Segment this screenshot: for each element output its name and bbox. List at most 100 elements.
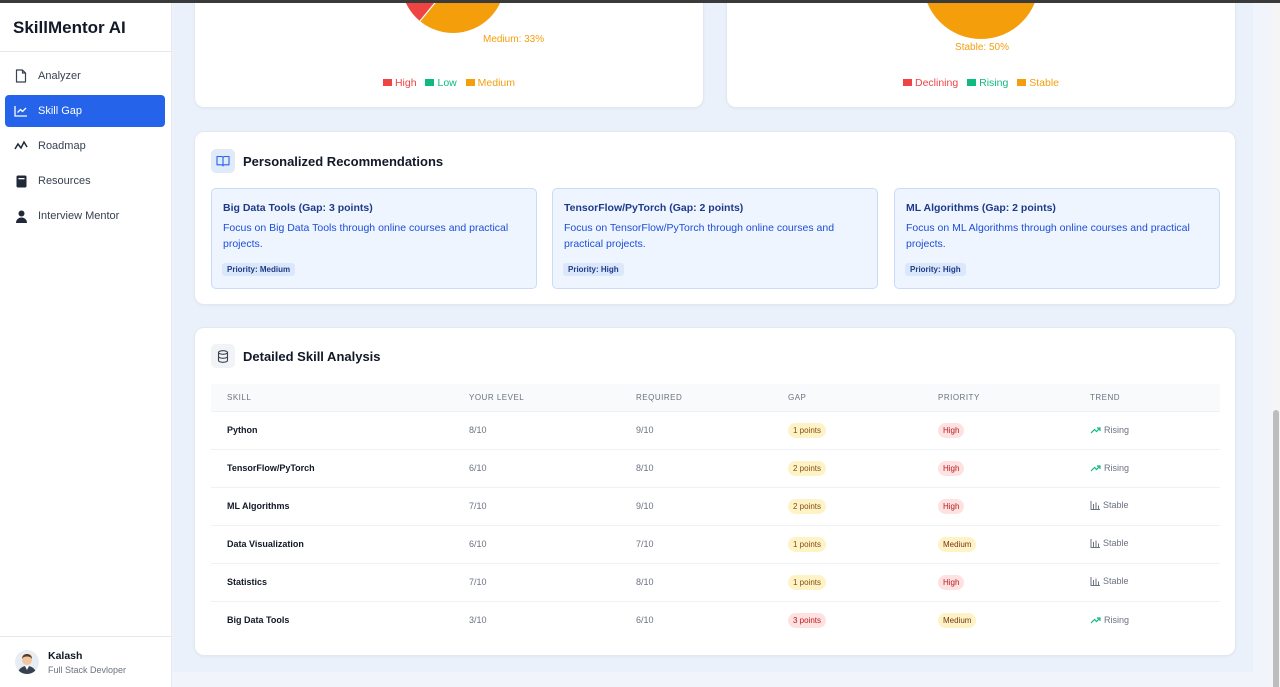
- column-header[interactable]: REQUIRED: [636, 384, 788, 411]
- pie-slice-label: Medium: 33%: [483, 34, 545, 45]
- legend-item-rising[interactable]: Rising: [967, 77, 1008, 89]
- table-header-row: SKILL YOUR LEVEL REQUIRED GAP PRIORITY T…: [211, 384, 1220, 411]
- user-name: Kalash: [48, 649, 83, 662]
- page-scrollbar[interactable]: [1272, 3, 1280, 687]
- required-cell: 6/10: [636, 600, 788, 639]
- required-cell: 8/10: [636, 448, 788, 487]
- table-row[interactable]: ML Algorithms 7/10 9/10 2 points High St…: [211, 486, 1220, 525]
- file-icon: [14, 69, 28, 83]
- legend-item-declining[interactable]: Declining: [902, 77, 959, 89]
- legend-label: Low: [437, 77, 457, 89]
- recommendation-title: ML Algorithms (Gap: 2 points): [906, 202, 1056, 214]
- legend-label: Declining: [914, 77, 959, 89]
- skill-cell: TensorFlow/PyTorch: [211, 448, 469, 487]
- bar-chart-icon: [1090, 576, 1100, 586]
- legend-swatch: [1017, 79, 1027, 86]
- table-row[interactable]: Big Data Tools 3/10 6/10 3 points Medium…: [211, 600, 1220, 639]
- sidebar-item-interview-mentor[interactable]: Interview Mentor: [5, 200, 165, 232]
- gap-cell: 2 points: [788, 486, 938, 525]
- level-cell: 3/10: [469, 600, 636, 639]
- pie-slice-label: Stable: 50%: [955, 42, 1009, 53]
- users-icon: [14, 209, 28, 223]
- main-content: Medium: 33% High Low Medium Stable: 50% …: [173, 0, 1253, 672]
- gap-cell: 1 points: [788, 562, 938, 601]
- gap-cell: 2 points: [788, 448, 938, 487]
- column-header[interactable]: PRIORITY: [938, 384, 1090, 411]
- required-cell: 8/10: [636, 562, 788, 601]
- level-cell: 6/10: [469, 524, 636, 563]
- user-role: Full Stack Devloper: [48, 664, 127, 675]
- line-chart-icon: [14, 104, 28, 118]
- recommendation-text: Focus on Big Data Tools through online c…: [223, 222, 509, 250]
- level-cell: 7/10: [469, 486, 636, 525]
- priority-badge: Priority: High: [563, 263, 624, 276]
- sidebar-nav: Analyzer Skill Gap Roadmap Resources Int…: [0, 52, 171, 232]
- gap-badge: 1 points: [788, 574, 827, 590]
- table-row[interactable]: Python 8/10 9/10 1 points High Rising: [211, 410, 1220, 449]
- column-header[interactable]: TREND: [1090, 384, 1220, 411]
- trend-cell: Rising: [1090, 600, 1220, 639]
- skill-cell: Data Visualization: [211, 524, 469, 563]
- sidebar-item-roadmap[interactable]: Roadmap: [5, 130, 165, 162]
- required-cell: 9/10: [636, 410, 788, 449]
- recommendations-card: Personalized Recommendations Big Data To…: [194, 131, 1236, 305]
- section-title: Detailed Skill Analysis: [243, 348, 381, 364]
- gap-badge: 2 points: [788, 498, 827, 514]
- trend-label: Rising: [1104, 462, 1130, 473]
- trend-label: Rising: [1104, 614, 1130, 625]
- database-icon: [211, 344, 235, 368]
- recommendation-card[interactable]: Big Data Tools (Gap: 3 points) Focus on …: [211, 188, 537, 289]
- priority-badge: Medium: [938, 612, 977, 628]
- recommendation-card[interactable]: ML Algorithms (Gap: 2 points) Focus on M…: [894, 188, 1220, 289]
- sidebar-item-skill-gap[interactable]: Skill Gap: [5, 95, 165, 127]
- priority-cell: Medium: [938, 600, 1090, 639]
- window-top-bar: [0, 0, 1280, 3]
- recommendation-title: Big Data Tools (Gap: 3 points): [223, 202, 373, 214]
- legend-label: Medium: [477, 77, 516, 89]
- trend-cell: Stable: [1090, 524, 1220, 563]
- priority-cell: High: [938, 448, 1090, 487]
- priority-cell: High: [938, 486, 1090, 525]
- trending-up-icon: [1090, 464, 1101, 471]
- column-header[interactable]: SKILL: [211, 384, 469, 411]
- book-icon: [14, 174, 28, 188]
- trend-cell: Rising: [1090, 410, 1220, 449]
- sidebar-item-analyzer[interactable]: Analyzer: [5, 60, 165, 92]
- legend-item-high[interactable]: High: [382, 77, 417, 89]
- skill-cell: Python: [211, 410, 469, 449]
- table-row[interactable]: Statistics 7/10 8/10 1 points High Stabl…: [211, 562, 1220, 601]
- trend-cell: Stable: [1090, 562, 1220, 601]
- sidebar-item-resources[interactable]: Resources: [5, 165, 165, 197]
- chart-legend: Declining Rising Stable: [727, 77, 1235, 89]
- trend-label: Stable: [1103, 500, 1129, 511]
- column-header[interactable]: GAP: [788, 384, 938, 411]
- avatar: [15, 650, 39, 674]
- legend-item-medium[interactable]: Medium: [465, 77, 516, 89]
- section-header: Detailed Skill Analysis: [211, 344, 381, 368]
- column-header[interactable]: YOUR LEVEL: [469, 384, 636, 411]
- gap-badge: 1 points: [788, 422, 827, 438]
- trend-cell: Rising: [1090, 448, 1220, 487]
- trend-label: Stable: [1103, 576, 1129, 587]
- skill-table: SKILL YOUR LEVEL REQUIRED GAP PRIORITY T…: [211, 384, 1220, 639]
- legend-item-stable[interactable]: Stable: [1017, 77, 1059, 89]
- skill-cell: ML Algorithms: [211, 486, 469, 525]
- scrollbar-thumb[interactable]: [1273, 410, 1279, 687]
- table-row[interactable]: Data Visualization 6/10 7/10 1 points Me…: [211, 524, 1220, 563]
- priority-badge: Medium: [938, 536, 977, 552]
- legend-swatch: [902, 79, 912, 86]
- pie-slice-stable: [926, 0, 1036, 39]
- gap-cell: 1 points: [788, 524, 938, 563]
- legend-label: Rising: [979, 77, 1009, 89]
- user-profile[interactable]: Kalash Full Stack Devloper: [0, 636, 172, 687]
- trend-pie-chart: [926, 0, 1036, 39]
- legend-item-low[interactable]: Low: [425, 77, 457, 89]
- trend-cell: Stable: [1090, 486, 1220, 525]
- table-row[interactable]: TensorFlow/PyTorch 6/10 8/10 2 points Hi…: [211, 448, 1220, 487]
- gap-badge: 2 points: [788, 460, 827, 476]
- priority-badge: Priority: Medium: [222, 263, 296, 276]
- priority-badge: High: [938, 460, 965, 476]
- legend-swatch: [425, 79, 435, 86]
- skill-cell: Big Data Tools: [211, 600, 469, 639]
- recommendation-card[interactable]: TensorFlow/PyTorch (Gap: 2 points) Focus…: [552, 188, 878, 289]
